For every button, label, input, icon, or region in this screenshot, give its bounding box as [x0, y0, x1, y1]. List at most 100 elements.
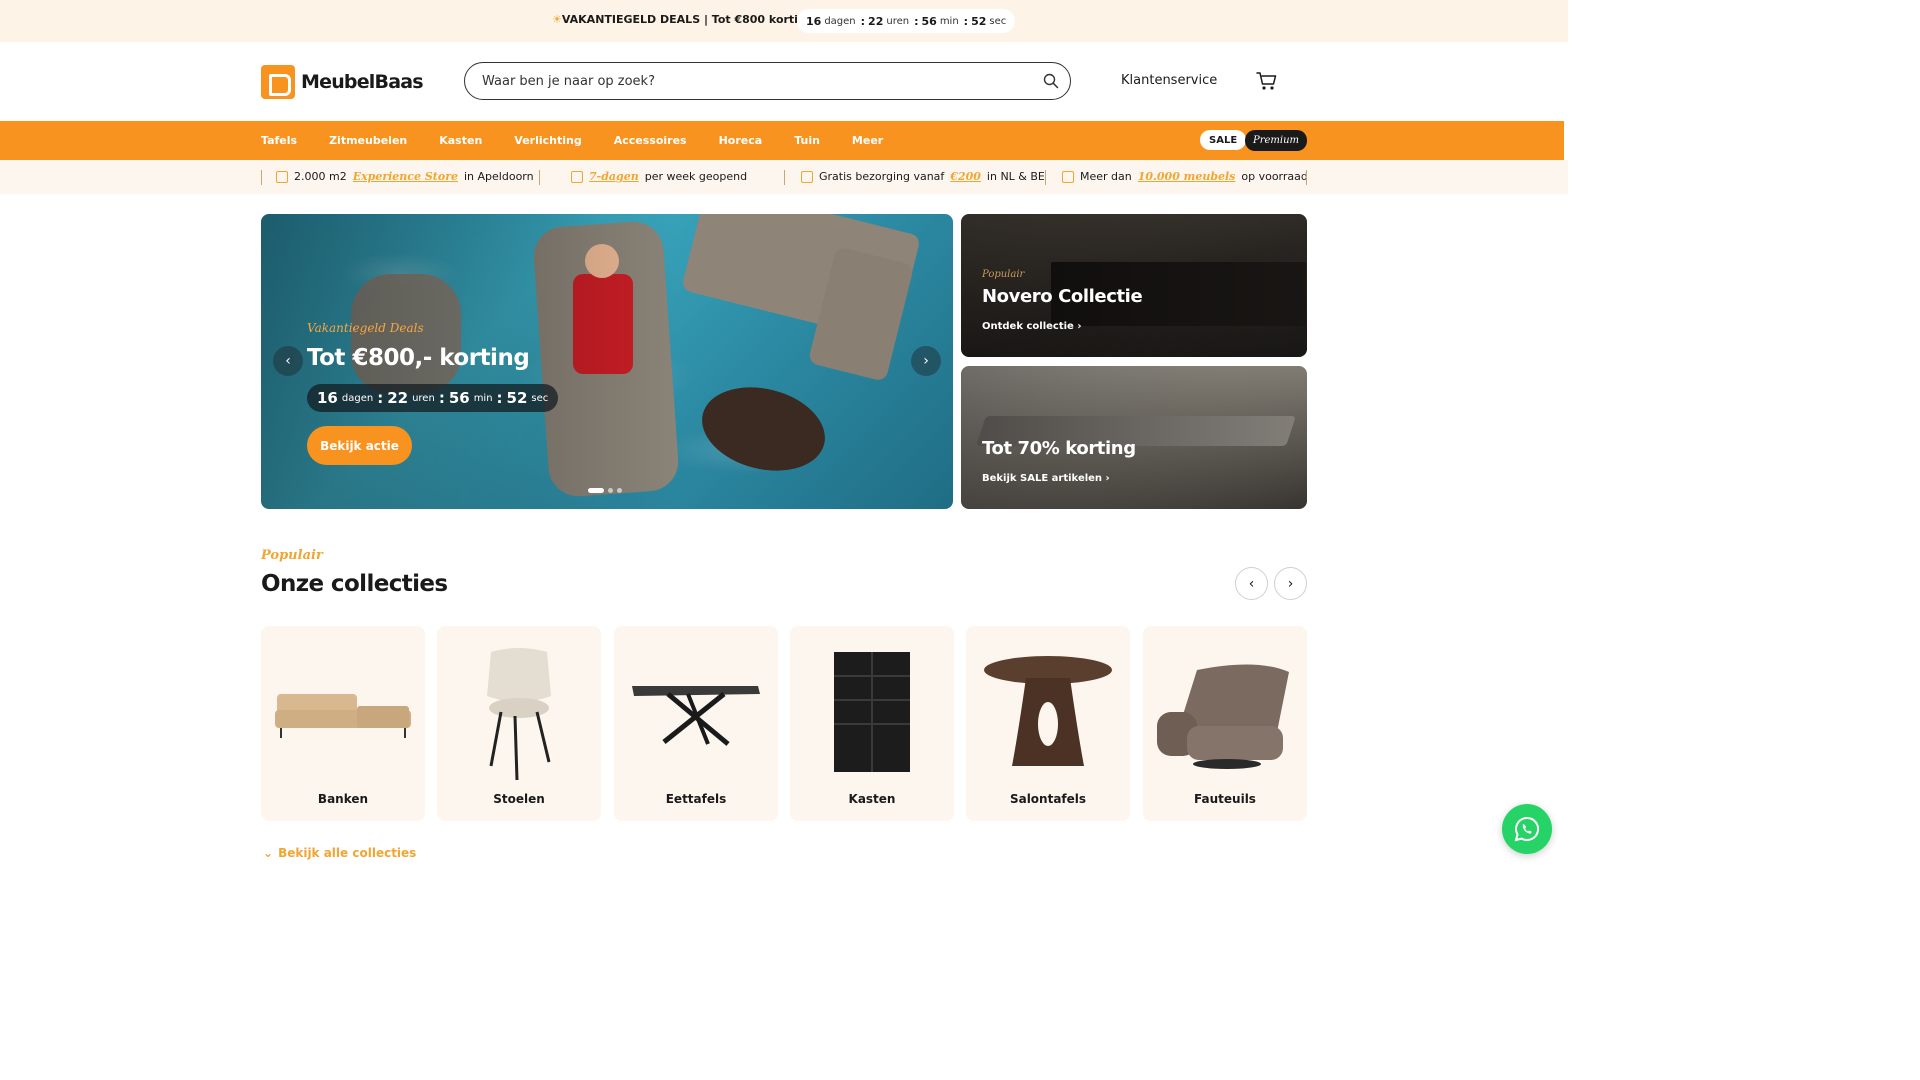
hero-countdown: 16 dagen : 22 uren : 56 min : 52 sec [307, 384, 559, 412]
countdown-sep: : [963, 14, 969, 28]
collection-card-kasten[interactable]: Kasten [790, 626, 954, 821]
usp-divider [539, 170, 540, 185]
all-collections-label: Bekijk alle collecties [278, 846, 417, 860]
collection-card-salontafels[interactable]: Salontafels [966, 626, 1130, 821]
countdown-hours-unit: uren [886, 15, 910, 27]
collections-prev-button[interactable]: ‹ [1235, 567, 1268, 600]
collection-card-fauteuils[interactable]: Fauteuils [1143, 626, 1307, 821]
nav-item-tafels[interactable]: Tafels [261, 134, 297, 147]
usp-text: op voorraad [1241, 170, 1308, 183]
premium-badge[interactable]: Premium [1245, 130, 1307, 151]
logo-text: MeubelBaas [301, 71, 424, 93]
collection-label: Stoelen [493, 792, 545, 806]
countdown-days-unit: dagen [824, 15, 856, 27]
side-promo-link[interactable]: Ontdek collectie › [982, 321, 1081, 332]
chevron-right-icon: › [1287, 575, 1294, 592]
collections-next-button[interactable]: › [1274, 567, 1307, 600]
collections-title: Onze collecties [261, 571, 448, 597]
usp-text: Gratis bezorging vanaf [819, 170, 945, 183]
all-collections-link[interactable]: ⌄ Bekijk alle collecties [263, 846, 416, 860]
collection-card-eettafels[interactable]: Eettafels [614, 626, 778, 821]
chevron-right-icon: › [1105, 473, 1110, 484]
countdown-seconds-unit: sec [531, 392, 549, 404]
chevron-right-icon: › [923, 353, 929, 369]
usp-divider [261, 170, 262, 185]
usp-divider [784, 170, 785, 185]
hero-eyebrow: Vakantiegeld Deals [307, 321, 424, 335]
hero-prev-button[interactable]: ‹ [273, 346, 303, 376]
collection-label: Fauteuils [1194, 792, 1256, 806]
countdown-minutes: 56 [921, 14, 937, 28]
search-input[interactable] [482, 73, 1022, 89]
search-icon[interactable] [1043, 73, 1059, 89]
countdown-hours: 22 [868, 14, 884, 28]
side-promo-eyebrow: Populair [982, 269, 1025, 280]
nav-item-zitmeubelen[interactable]: Zitmeubelen [329, 134, 407, 147]
countdown-sep: : [496, 389, 503, 407]
countdown-minutes: 56 [448, 389, 470, 407]
usp-text: 2.000 m2 [294, 170, 347, 183]
nav-item-tuin[interactable]: Tuin [794, 134, 820, 147]
promo-countdown: 16 dagen : 22 uren : 56 min : 52 sec [797, 9, 1015, 33]
whatsapp-icon [1514, 816, 1539, 842]
whatsapp-button[interactable] [1502, 804, 1552, 854]
side-promo-title: Tot 70% korting [982, 438, 1136, 459]
hero-dot[interactable] [588, 488, 604, 493]
collections-eyebrow: Populair [261, 548, 323, 563]
usp-item-delivery: Gratis bezorging vanaf €200 in NL & BE [801, 170, 1045, 183]
nav-item-accessoires[interactable]: Accessoires [614, 134, 687, 147]
logo[interactable]: MeubelBaas [261, 65, 424, 99]
countdown-seconds-unit: sec [989, 15, 1007, 27]
usp-text: per week geopend [644, 170, 748, 183]
usp-item-opening: 7-dagen per week geopend [571, 170, 747, 183]
countdown-hours-unit: uren [412, 392, 435, 404]
usp-text: in NL & BE [986, 170, 1045, 183]
hero-cta-button[interactable]: Bekijk actie [307, 426, 412, 465]
chevron-left-icon: ‹ [1248, 575, 1255, 592]
countdown-seconds: 52 [971, 14, 987, 28]
usp-highlight[interactable]: Experience Store [353, 170, 458, 183]
usp-highlight[interactable]: €200 [950, 170, 981, 183]
hero-title: Tot €800,- korting [307, 345, 530, 371]
promo-bar: ☀VAKANTIEGELD DEALS | Tot €800 korting 1… [0, 0, 1568, 42]
cabinet-image [834, 652, 910, 772]
countdown-sep: : [377, 389, 384, 407]
nav-item-horeca[interactable]: Horeca [719, 134, 763, 147]
nav-item-verlichting[interactable]: Verlichting [514, 134, 581, 147]
hero-dot[interactable] [617, 488, 622, 493]
side-promo-novero[interactable]: Populair Novero Collectie Ontdek collect… [961, 214, 1307, 357]
calendar-icon [571, 170, 583, 183]
promo-label: VAKANTIEGELD DEALS | Tot €800 korting [561, 13, 814, 26]
hero-banner[interactable]: Vakantiegeld Deals Tot €800,- korting 16… [261, 214, 953, 509]
countdown-sep: : [860, 14, 866, 28]
sun-icon: ☀ [552, 13, 562, 26]
nav-item-kasten[interactable]: Kasten [439, 134, 482, 147]
usp-highlight[interactable]: 10.000 meubels [1138, 170, 1236, 183]
usp-bar: 2.000 m2 Experience Store in Apeldoorn 7… [0, 160, 1568, 194]
customer-service-link[interactable]: Klantenservice [1121, 73, 1217, 88]
countdown-seconds: 52 [506, 389, 528, 407]
countdown-hours: 22 [387, 389, 409, 407]
usp-highlight[interactable]: 7-dagen [589, 170, 639, 183]
countdown-sep: : [438, 389, 445, 407]
cart-icon[interactable] [1256, 71, 1278, 91]
promo-text[interactable]: ☀VAKANTIEGELD DEALS | Tot €800 korting [552, 13, 814, 26]
sale-badge[interactable]: SALE [1200, 130, 1247, 150]
side-promo-title: Novero Collectie [982, 286, 1143, 307]
countdown-sep: : [914, 14, 919, 28]
collection-card-stoelen[interactable]: Stoelen [437, 626, 601, 821]
chevron-left-icon: ‹ [285, 353, 291, 369]
header: MeubelBaas Klantenservice [0, 42, 1568, 121]
hero-pagination [588, 488, 622, 493]
side-promo-link[interactable]: Bekijk SALE artikelen › [982, 473, 1110, 484]
collection-card-banken[interactable]: Banken [261, 626, 425, 821]
nav-items: Tafels Zitmeubelen Kasten Verlichting Ac… [261, 121, 915, 160]
countdown-days: 16 [317, 389, 338, 407]
side-promo-link-label: Bekijk SALE artikelen [982, 473, 1103, 484]
countdown-days-unit: dagen [341, 392, 374, 404]
nav-item-meer[interactable]: Meer [852, 134, 883, 147]
hero-dot[interactable] [608, 488, 613, 493]
side-promo-sale[interactable]: Tot 70% korting Bekijk SALE artikelen › [961, 366, 1307, 509]
collection-label: Eettafels [665, 792, 727, 806]
hero-next-button[interactable]: › [911, 346, 941, 376]
